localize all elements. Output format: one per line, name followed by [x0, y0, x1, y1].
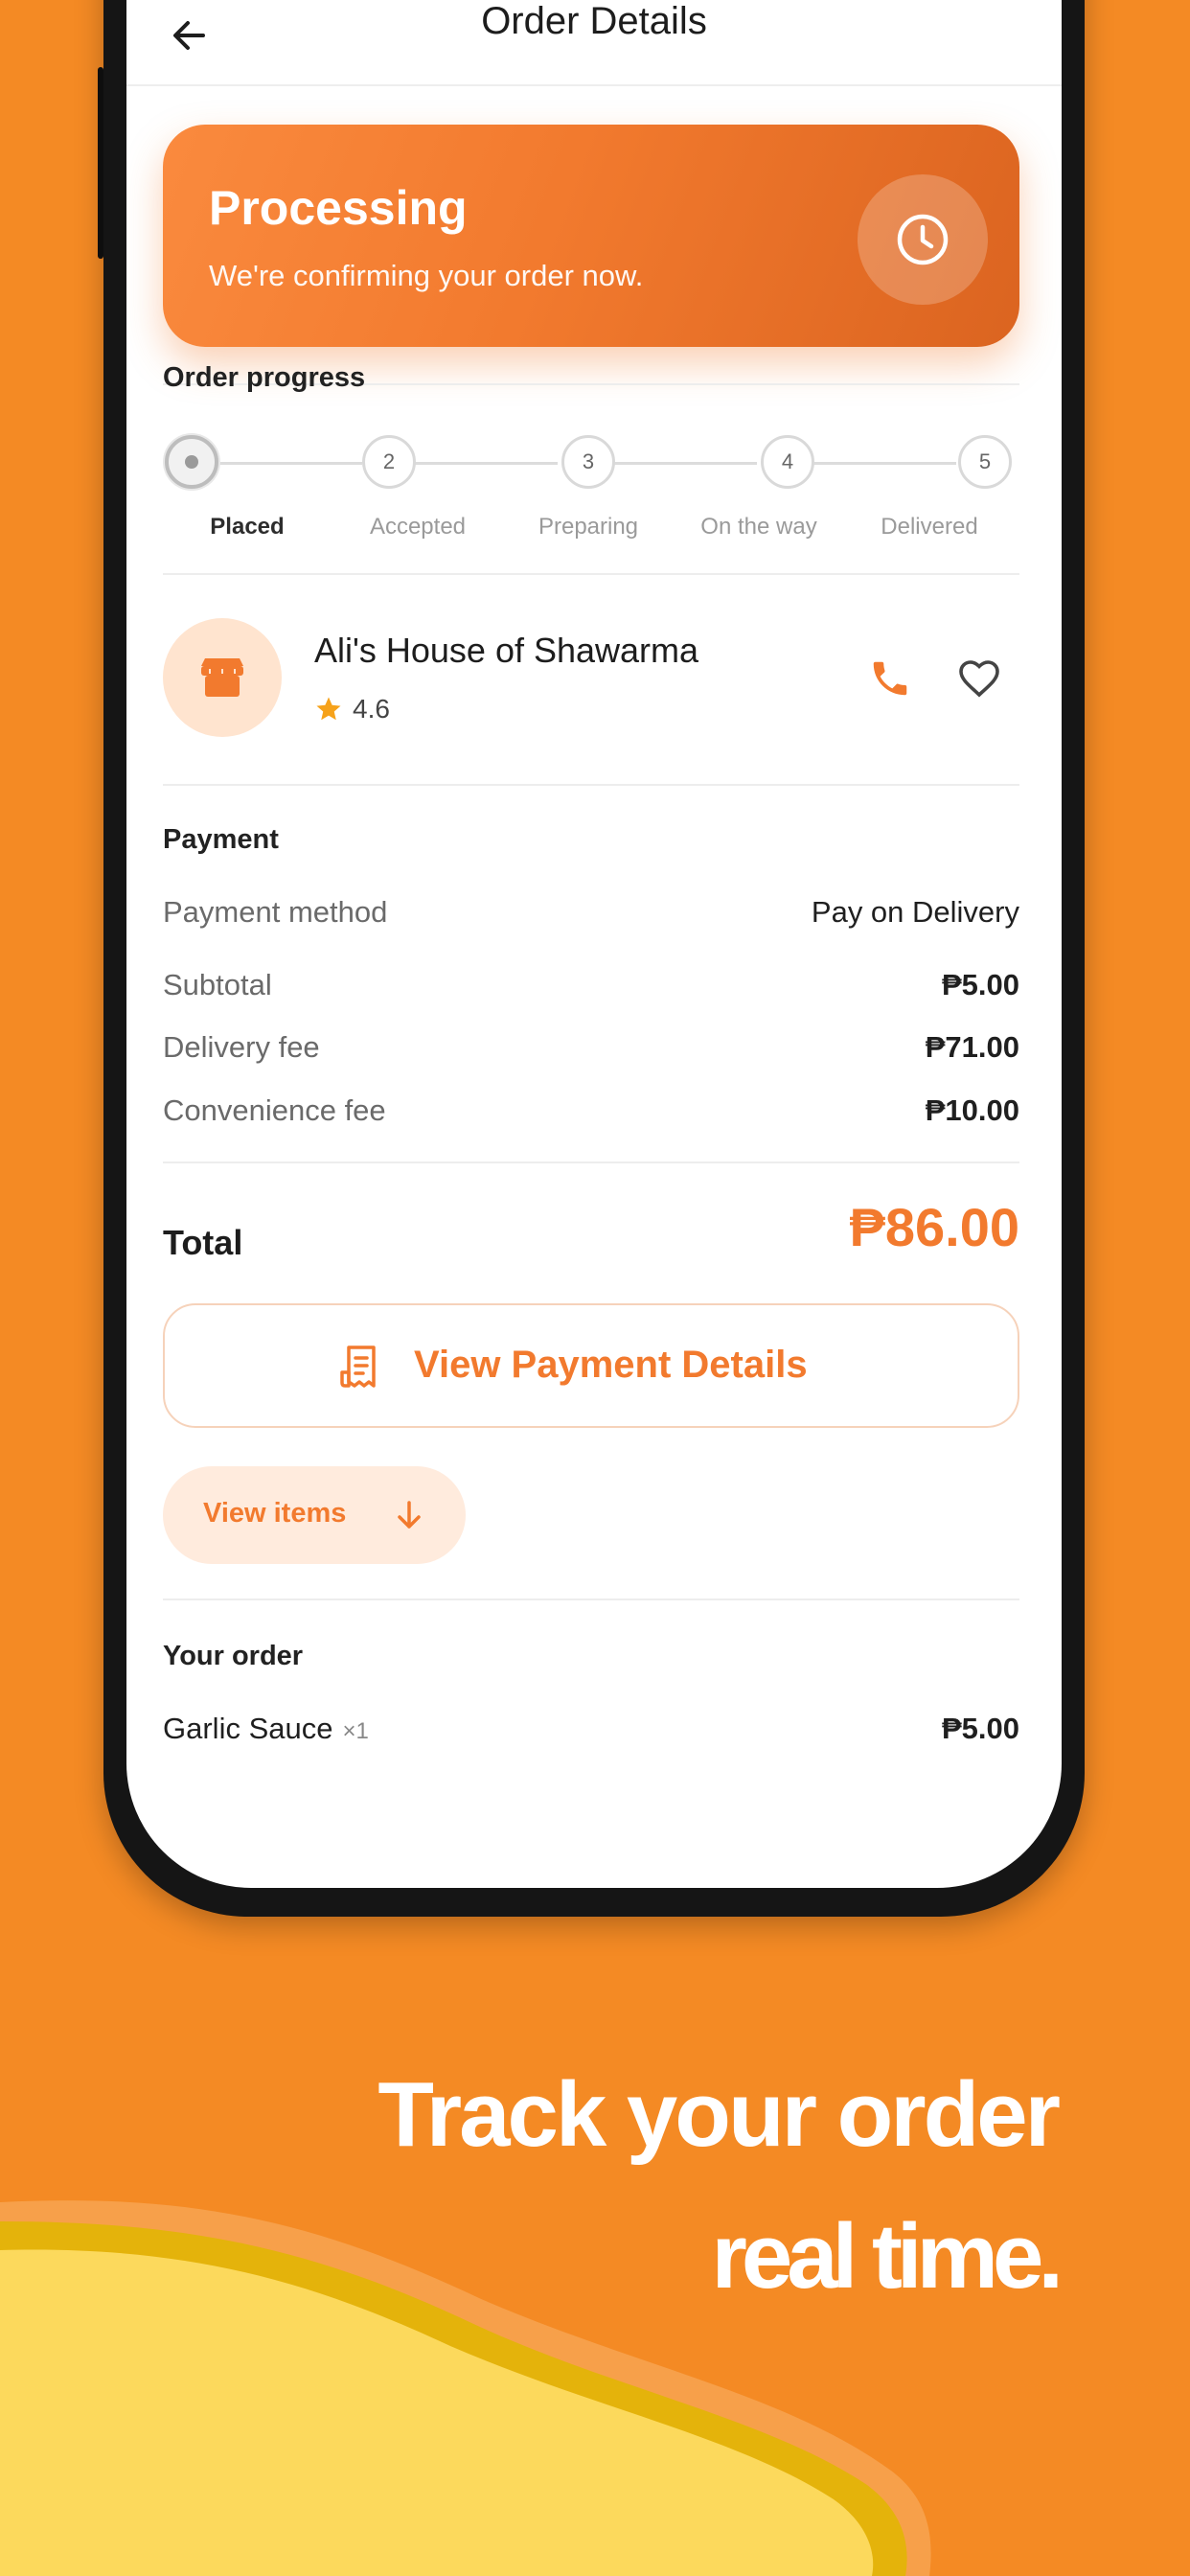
view-payment-details-label: View Payment Details: [414, 1344, 808, 1386]
promo-headline-line1: Track your order: [378, 2063, 1061, 2166]
promo-headline-line2: real time.: [711, 2205, 1064, 2308]
progress-line: [414, 462, 558, 465]
divider: [163, 1162, 1019, 1163]
phone-call-icon[interactable]: [868, 656, 912, 701]
subtotal-label: Subtotal: [163, 968, 272, 1001]
subtotal-value: ₱5.00: [941, 968, 1019, 1001]
total-label: Total: [163, 1223, 243, 1262]
step-label-accepted: Accepted: [369, 514, 467, 540]
order-item-title: Garlic Sauce: [163, 1712, 333, 1745]
your-order-label: Your order: [163, 1641, 304, 1671]
order-item-name: Garlic Sauce ×1: [163, 1712, 369, 1746]
total-value: ₱86.00: [849, 1197, 1020, 1257]
arrow-down-icon: [398, 1501, 421, 1529]
step-label-on-the-way: On the way: [700, 514, 817, 540]
restaurant-name[interactable]: Ali's House of Shawarma: [314, 631, 698, 671]
order-item-qty: ×1: [342, 1718, 369, 1744]
app-header: Order Details: [126, 0, 1062, 86]
step-label-placed: Placed: [210, 514, 285, 540]
progress-line: [218, 462, 362, 465]
clock-icon: [897, 214, 949, 265]
divider: [163, 784, 1019, 786]
restaurant-rating: 4.6: [353, 694, 390, 724]
order-progress-label: Order progress: [163, 362, 366, 393]
step-circle-on-the-way: 4: [761, 435, 814, 489]
view-payment-details-button[interactable]: View Payment Details: [163, 1303, 1019, 1428]
convenience-fee-value: ₱10.00: [925, 1093, 1019, 1127]
payment-section-label: Payment: [163, 824, 279, 855]
page-title: Order Details: [481, 0, 707, 42]
view-items-button[interactable]: View items: [163, 1466, 466, 1564]
status-title: Processing: [209, 181, 468, 235]
step-circle-placed: [165, 435, 218, 489]
step-label-preparing: Preparing: [538, 514, 639, 540]
status-subtitle: We're confirming your order now.: [209, 259, 644, 292]
convenience-fee-label: Convenience fee: [163, 1093, 386, 1127]
order-status-card: Processing We're confirming your order n…: [163, 125, 1019, 347]
phone-frame: Order Details Processing We're confirmin…: [98, 0, 1085, 1917]
view-items-label: View items: [203, 1498, 347, 1529]
order-item-price: ₱5.00: [941, 1712, 1019, 1745]
restaurant-avatar: [163, 618, 282, 737]
status-icon-badge: [858, 174, 988, 305]
step-label-delivered: Delivered: [881, 514, 978, 540]
delivery-fee-value: ₱71.00: [925, 1030, 1019, 1064]
store-icon: [201, 658, 243, 697]
divider: [163, 573, 1019, 575]
delivery-fee-label: Delivery fee: [163, 1030, 320, 1064]
progress-line: [812, 462, 956, 465]
receipt-icon: [340, 1346, 376, 1388]
payment-method-value: Pay on Delivery: [811, 895, 1019, 929]
app-screen: Order Details Processing We're confirmin…: [126, 0, 1062, 1888]
favorite-heart-icon[interactable]: [956, 656, 1002, 702]
step-circle-preparing: 3: [561, 435, 615, 489]
step-circle-delivered: 5: [958, 435, 1012, 489]
star-icon: [316, 697, 341, 721]
payment-method-label: Payment method: [163, 895, 388, 929]
divider: [163, 1598, 1019, 1600]
order-progress-tracker: 2 3 4 5 Placed Accepted Preparing On the…: [163, 422, 1019, 546]
step-circle-accepted: 2: [362, 435, 416, 489]
progress-line: [613, 462, 757, 465]
